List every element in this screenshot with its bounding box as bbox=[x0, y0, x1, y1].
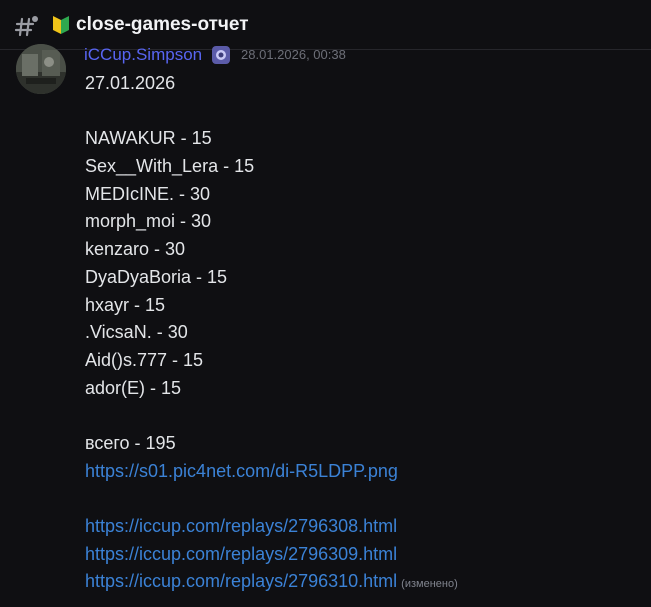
replay-link[interactable]: https://iccup.com/replays/2796310.html bbox=[85, 571, 397, 591]
user-avatar[interactable] bbox=[16, 44, 66, 94]
beginner-leaf-icon bbox=[53, 16, 69, 34]
message-line: hxayr - 15 bbox=[85, 294, 166, 315]
replay-link-line: https://iccup.com/replays/2796309.html bbox=[85, 541, 641, 569]
replay-link-line: https://iccup.com/replays/2796310.html (и… bbox=[85, 568, 641, 596]
message-line bbox=[85, 402, 641, 430]
forum-hash-icon bbox=[14, 16, 38, 37]
message-line: ador(E) - 15 bbox=[85, 377, 182, 398]
image-link[interactable]: https://s01.pic4net.com/di-R5LDPP.png bbox=[85, 461, 398, 481]
message-line bbox=[85, 98, 641, 126]
message-line: .VicsaN. - 30 bbox=[85, 322, 188, 343]
image-link-line: https://s01.pic4net.com/di-R5LDPP.png bbox=[85, 458, 641, 486]
message-line: всего - 195 bbox=[85, 432, 176, 453]
replay-link[interactable]: https://iccup.com/replays/2796309.html bbox=[85, 544, 397, 564]
message-line: Aid()s.777 - 15 bbox=[85, 349, 204, 370]
replay-link[interactable]: https://iccup.com/replays/2796308.html bbox=[85, 516, 397, 536]
replay-link-line: https://iccup.com/replays/2796308.html bbox=[85, 513, 641, 541]
edited-label: (изменено) bbox=[401, 578, 458, 591]
message-timestamp[interactable]: 28.01.2026, 00:38 bbox=[241, 47, 346, 62]
message-line: Sex__With_Lera - 15 bbox=[85, 156, 255, 177]
message-line: MEDIcINE. - 30 bbox=[85, 183, 211, 204]
role-badge-icon bbox=[211, 46, 230, 64]
message-line: 27.01.2026 bbox=[85, 73, 176, 93]
channel-header: close-games-отчет bbox=[0, 0, 651, 50]
message-content: 27.01.2026 NAWAKUR - 15 Sex__With_Lera -… bbox=[85, 70, 641, 596]
message-header: iCCup.Simpson 28.01.2026, 00:38 bbox=[84, 45, 346, 67]
chat-window: close-games-отчет iCCup.Simpson 28.01.20… bbox=[0, 0, 651, 607]
channel-name[interactable]: close-games-отчет bbox=[76, 14, 249, 36]
author-name[interactable]: iCCup.Simpson bbox=[84, 45, 202, 65]
message-line: kenzaro - 30 bbox=[85, 239, 186, 260]
message-line: NAWAKUR - 15 bbox=[85, 128, 212, 149]
message-line: morph_moi - 30 bbox=[85, 211, 212, 232]
message-line: DyaDyaBoria - 15 bbox=[85, 266, 228, 287]
